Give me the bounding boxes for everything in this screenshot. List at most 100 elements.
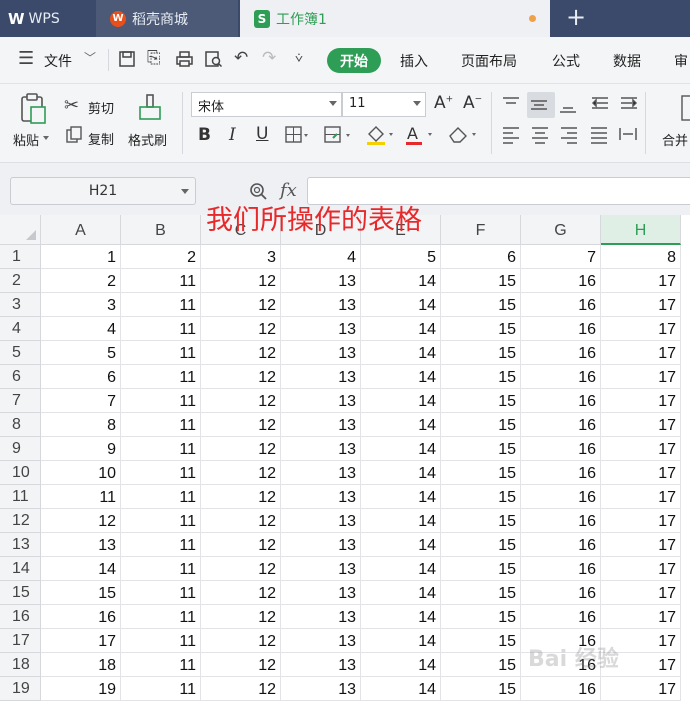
row-header[interactable]: 18 [0, 653, 41, 677]
cell-a2[interactable]: 2 [41, 269, 121, 293]
cell-h14[interactable]: 17 [601, 557, 681, 581]
tab-formulas[interactable]: 公式 [552, 51, 580, 71]
cell-d8[interactable]: 13 [281, 413, 361, 437]
cell-f5[interactable]: 15 [441, 341, 521, 365]
cell-h1[interactable]: 8 [601, 245, 681, 269]
cell-a9[interactable]: 9 [41, 437, 121, 461]
cell-a19[interactable]: 19 [41, 677, 121, 701]
cell-g2[interactable]: 16 [521, 269, 601, 293]
cell-c1[interactable]: 3 [201, 245, 281, 269]
cell-a7[interactable]: 7 [41, 389, 121, 413]
increase-font-icon[interactable]: A+ [434, 95, 453, 112]
column-header-g[interactable]: G [521, 215, 601, 245]
cell-d9[interactable]: 13 [281, 437, 361, 461]
row-header[interactable]: 3 [0, 293, 41, 317]
cell-a6[interactable]: 6 [41, 365, 121, 389]
cell-e16[interactable]: 14 [361, 605, 441, 629]
cell-b16[interactable]: 11 [121, 605, 201, 629]
cell-b6[interactable]: 11 [121, 365, 201, 389]
cell-c5[interactable]: 12 [201, 341, 281, 365]
fill-color-icon[interactable] [365, 124, 397, 146]
cell-d7[interactable]: 13 [281, 389, 361, 413]
cell-a16[interactable]: 16 [41, 605, 121, 629]
cell-g4[interactable]: 16 [521, 317, 601, 341]
row-header[interactable]: 15 [0, 581, 41, 605]
cell-h8[interactable]: 17 [601, 413, 681, 437]
row-header[interactable]: 10 [0, 461, 41, 485]
cell-d11[interactable]: 13 [281, 485, 361, 509]
font-size-select[interactable]: 11 [342, 92, 426, 117]
cell-h6[interactable]: 17 [601, 365, 681, 389]
cell-e1[interactable]: 5 [361, 245, 441, 269]
font-color-icon[interactable]: A [405, 124, 437, 146]
cell-g6[interactable]: 16 [521, 365, 601, 389]
row-header[interactable]: 1 [0, 245, 41, 269]
italic-icon[interactable]: I [229, 127, 236, 144]
cell-g19[interactable]: 16 [521, 677, 601, 701]
decrease-font-icon[interactable]: A− [463, 95, 482, 112]
cell-h12[interactable]: 17 [601, 509, 681, 533]
row-header[interactable]: 6 [0, 365, 41, 389]
cell-f16[interactable]: 15 [441, 605, 521, 629]
cell-a10[interactable]: 10 [41, 461, 121, 485]
cell-a14[interactable]: 14 [41, 557, 121, 581]
cell-d16[interactable]: 13 [281, 605, 361, 629]
cell-e5[interactable]: 14 [361, 341, 441, 365]
row-header[interactable]: 11 [0, 485, 41, 509]
cell-b14[interactable]: 11 [121, 557, 201, 581]
cell-g11[interactable]: 16 [521, 485, 601, 509]
cell-f13[interactable]: 15 [441, 533, 521, 557]
cell-h9[interactable]: 17 [601, 437, 681, 461]
cell-g8[interactable]: 16 [521, 413, 601, 437]
cell-c19[interactable]: 12 [201, 677, 281, 701]
row-header[interactable]: 9 [0, 437, 41, 461]
cell-a13[interactable]: 13 [41, 533, 121, 557]
row-header[interactable]: 16 [0, 605, 41, 629]
cell-c8[interactable]: 12 [201, 413, 281, 437]
cell-g13[interactable]: 16 [521, 533, 601, 557]
cell-h10[interactable]: 17 [601, 461, 681, 485]
cell-d15[interactable]: 13 [281, 581, 361, 605]
hamburger-icon[interactable]: ☰ [18, 50, 34, 68]
cell-c6[interactable]: 12 [201, 365, 281, 389]
paste-dropdown-icon[interactable] [43, 136, 49, 140]
cell-b1[interactable]: 2 [121, 245, 201, 269]
undo-icon[interactable]: ↶ [234, 50, 248, 67]
cell-a12[interactable]: 12 [41, 509, 121, 533]
cell-a18[interactable]: 18 [41, 653, 121, 677]
cell-b13[interactable]: 11 [121, 533, 201, 557]
cell-c2[interactable]: 12 [201, 269, 281, 293]
cell-g9[interactable]: 16 [521, 437, 601, 461]
cell-h4[interactable]: 17 [601, 317, 681, 341]
paste-icon[interactable] [19, 93, 49, 125]
cell-f8[interactable]: 15 [441, 413, 521, 437]
cell-h3[interactable]: 17 [601, 293, 681, 317]
column-header-f[interactable]: F [441, 215, 521, 245]
cell-b12[interactable]: 11 [121, 509, 201, 533]
cell-e13[interactable]: 14 [361, 533, 441, 557]
cell-c11[interactable]: 12 [201, 485, 281, 509]
cell-f3[interactable]: 15 [441, 293, 521, 317]
print-icon[interactable] [175, 50, 194, 68]
column-header-b[interactable]: B [121, 215, 201, 245]
chevron-down-icon[interactable]: ﹀ [84, 52, 96, 64]
print-preview-icon[interactable] [204, 50, 223, 68]
cell-h19[interactable]: 17 [601, 677, 681, 701]
save-icon[interactable] [118, 50, 136, 68]
cell-f10[interactable]: 15 [441, 461, 521, 485]
cell-c9[interactable]: 12 [201, 437, 281, 461]
cell-b2[interactable]: 11 [121, 269, 201, 293]
cut-button[interactable]: 剪切 [88, 98, 114, 117]
copy-icon[interactable] [66, 126, 83, 143]
cell-e18[interactable]: 14 [361, 653, 441, 677]
row-header[interactable]: 2 [0, 269, 41, 293]
cell-b9[interactable]: 11 [121, 437, 201, 461]
row-header[interactable]: 5 [0, 341, 41, 365]
menu-file[interactable]: 文件 [44, 51, 72, 71]
row-header[interactable]: 14 [0, 557, 41, 581]
cell-a17[interactable]: 17 [41, 629, 121, 653]
cell-h16[interactable]: 17 [601, 605, 681, 629]
cell-d14[interactable]: 13 [281, 557, 361, 581]
select-all-corner[interactable] [0, 215, 41, 245]
cell-h13[interactable]: 17 [601, 533, 681, 557]
